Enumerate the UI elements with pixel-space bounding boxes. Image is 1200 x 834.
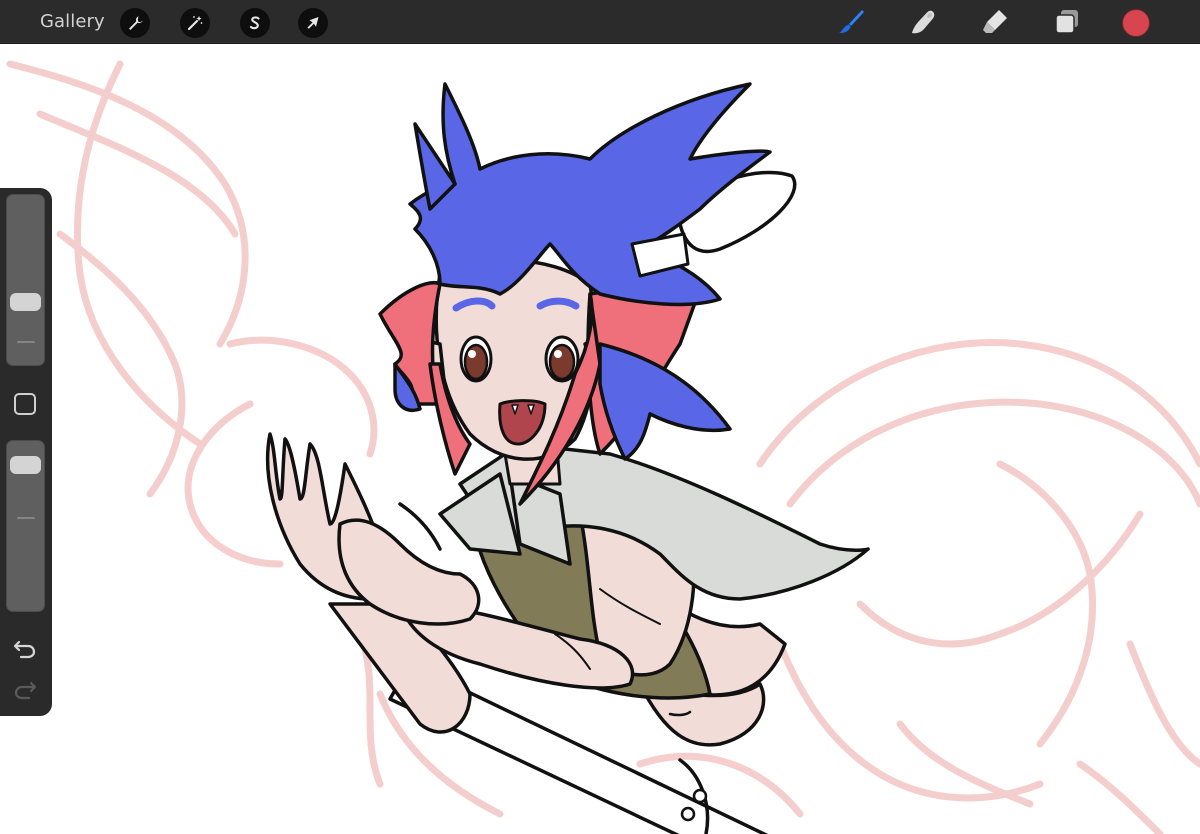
layers-icon bbox=[1055, 10, 1078, 34]
selection-s-icon bbox=[249, 16, 260, 30]
wrench-icon bbox=[129, 16, 143, 30]
brush-icon bbox=[839, 10, 864, 34]
modify-button[interactable] bbox=[14, 393, 36, 415]
arrow-cursor-icon bbox=[307, 17, 319, 29]
brush-tool-button[interactable] bbox=[836, 7, 866, 37]
undo-arrow-icon[interactable] bbox=[13, 636, 37, 660]
adjustments-button[interactable] bbox=[180, 8, 210, 38]
character-illustration bbox=[265, 82, 870, 834]
redo-arrow-icon[interactable] bbox=[13, 677, 37, 701]
color-swatch-button[interactable] bbox=[1122, 9, 1150, 37]
smudge-tool-button[interactable] bbox=[908, 7, 938, 37]
opacity-slider[interactable] bbox=[6, 440, 45, 612]
magic-wand-icon bbox=[187, 16, 203, 31]
selection-button[interactable] bbox=[240, 8, 270, 38]
eraser-tool-button[interactable] bbox=[980, 7, 1010, 37]
brush-size-notch bbox=[17, 341, 35, 343]
brush-size-thumb[interactable] bbox=[10, 292, 41, 311]
left-sidebar bbox=[0, 188, 52, 716]
drawing-canvas[interactable] bbox=[0, 44, 1200, 834]
brush-size-slider[interactable] bbox=[6, 194, 45, 366]
smudge-finger-icon bbox=[912, 10, 935, 34]
opacity-thumb[interactable] bbox=[10, 455, 41, 474]
opacity-notch bbox=[17, 517, 35, 519]
eraser-icon bbox=[983, 10, 1007, 33]
gallery-button[interactable]: Gallery bbox=[40, 11, 105, 32]
layers-button[interactable] bbox=[1052, 7, 1082, 37]
transform-button[interactable] bbox=[298, 8, 328, 38]
actions-wrench-button[interactable] bbox=[120, 8, 150, 38]
top-toolbar: Gallery bbox=[0, 0, 1200, 44]
